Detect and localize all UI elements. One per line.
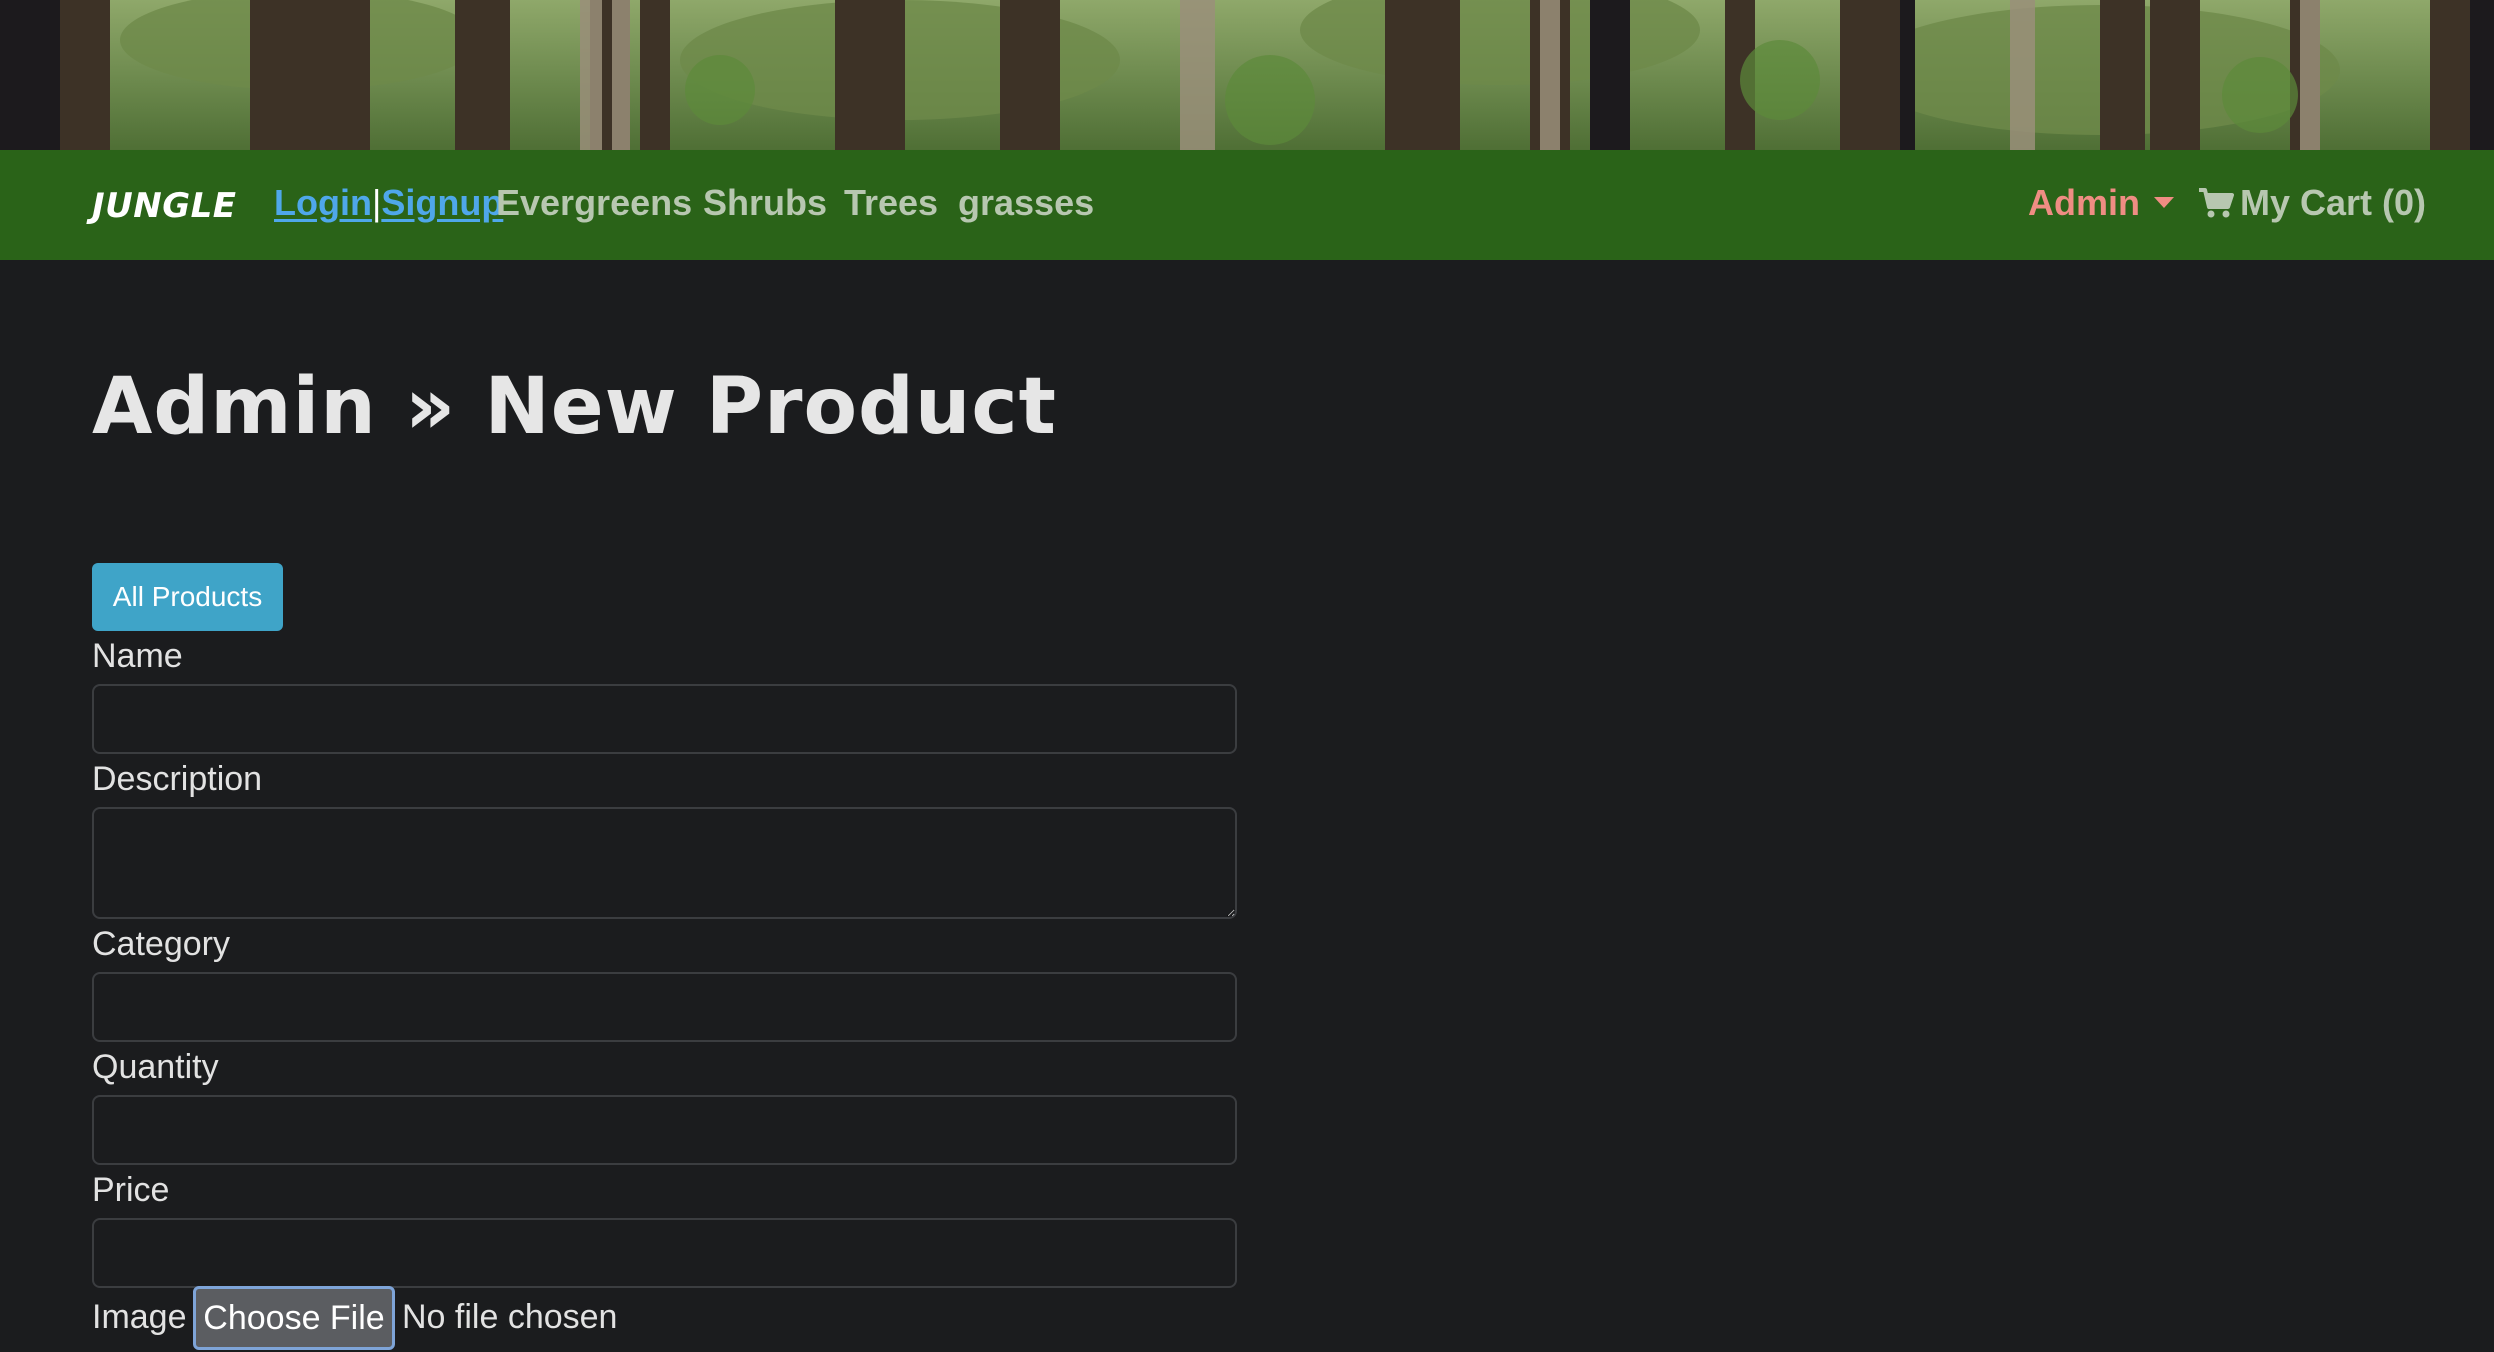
auth-links: Login|Signup [274,182,503,224]
name-input[interactable] [92,684,1237,754]
top-navbar: JUNGLE Login|Signup Evergreens Shrubs Tr… [0,150,2494,260]
admin-dropdown[interactable]: Admin [2028,182,2174,224]
nav-category-trees[interactable]: Trees [844,182,938,224]
name-label: Name [92,637,183,675]
cart-icon [2199,188,2234,218]
page-title: Admin » New Product [92,362,1057,452]
brand-logo[interactable]: JUNGLE [92,186,237,226]
admin-dropdown-label: Admin [2028,182,2140,223]
image-label: Image [92,1298,187,1336]
forest-banner-image [0,0,2494,150]
login-link[interactable]: Login [274,182,372,223]
category-label: Category [92,925,230,963]
price-input[interactable] [92,1218,1237,1288]
signup-link[interactable]: Signup [381,182,503,223]
all-products-button[interactable]: All Products [92,563,283,631]
description-label: Description [92,760,263,798]
description-textarea[interactable] [92,807,1237,919]
forest-banner [0,0,2494,150]
category-input[interactable] [92,972,1237,1042]
choose-file-button[interactable]: Choose File [193,1286,395,1350]
nav-category-grasses[interactable]: grasses [958,182,1094,224]
auth-separator: | [371,182,382,223]
quantity-input[interactable] [92,1095,1237,1165]
nav-category-shrubs[interactable]: Shrubs [703,182,827,224]
cart-label: My Cart (0) [2240,182,2427,223]
quantity-label: Quantity [92,1048,219,1086]
file-status-text: No file chosen [402,1298,618,1336]
price-label: Price [92,1171,170,1209]
cart-link[interactable]: My Cart (0) [2198,182,2426,224]
caret-down-icon [2154,196,2174,208]
nav-category-evergreens[interactable]: Evergreens [496,182,692,224]
